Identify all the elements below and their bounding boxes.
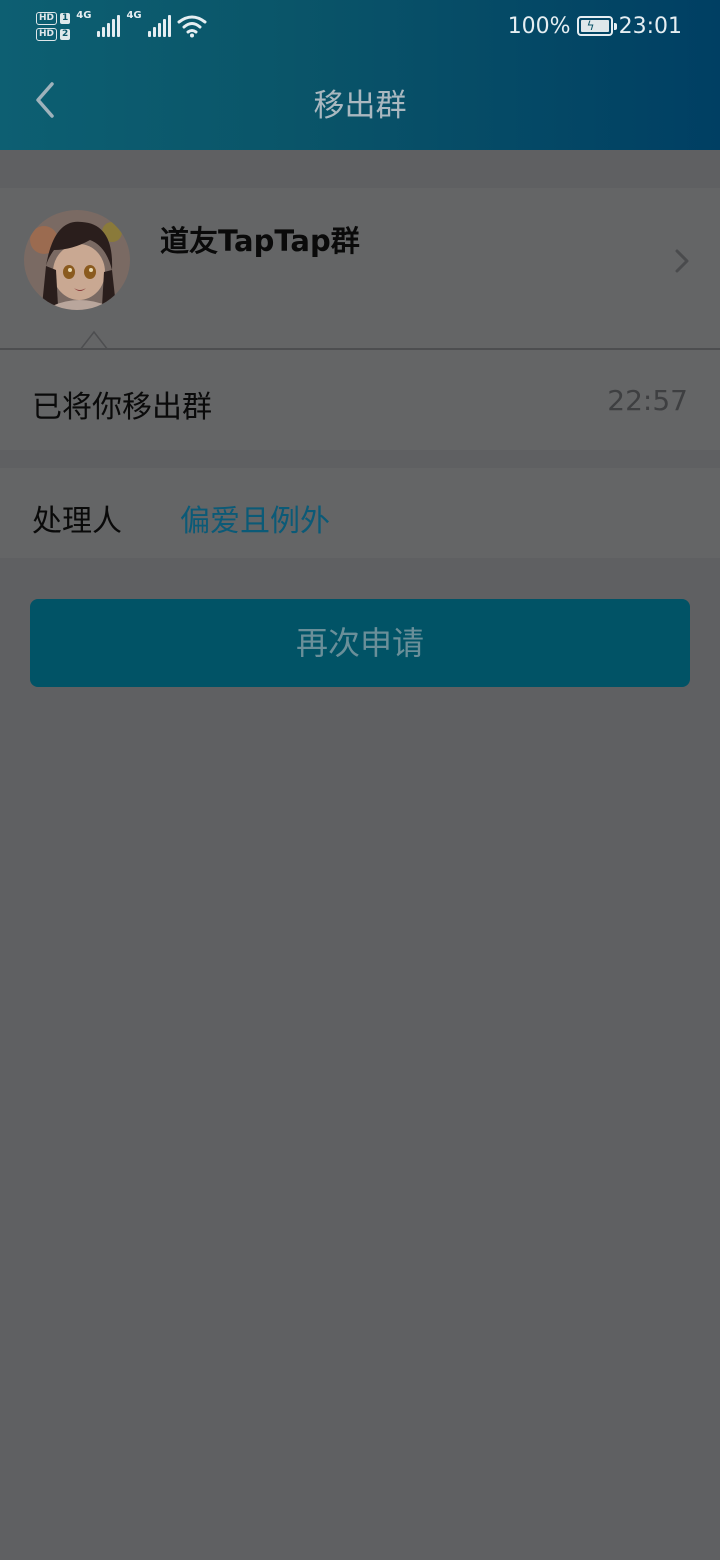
sim-2-badge: 2 — [60, 28, 71, 40]
status-bar: HD 1 HD 2 4G 4G 100% ϟ 23:01 — [0, 0, 720, 52]
notice-time: 22:57 — [607, 384, 688, 417]
hd-badge-1: HD — [36, 11, 58, 25]
nav-bar: 移出群 — [0, 52, 720, 150]
sim-1-badge: 1 — [60, 12, 71, 24]
handler-name-link[interactable]: 偏爱且例外 — [180, 496, 330, 540]
signal-1-icon — [97, 15, 121, 37]
network-type-1: 4G — [76, 10, 92, 21]
status-right: 100% ϟ 23:01 — [508, 10, 682, 42]
wifi-icon — [177, 15, 207, 38]
sim-indicators: HD 1 HD 2 — [36, 11, 71, 41]
card-pointer — [80, 330, 108, 350]
battery-charging-icon: ϟ — [576, 16, 617, 36]
page-title: 移出群 — [313, 88, 407, 124]
clock: 23:01 — [618, 13, 682, 39]
signal-2-icon — [147, 15, 171, 37]
battery-percent: 100% — [507, 13, 571, 39]
notice-row: 已将你移出群 22:57 — [0, 350, 720, 450]
group-name: 道友TapTap群 — [160, 224, 360, 258]
app-header: HD 1 HD 2 4G 4G 100% ϟ 23:01 移出群 — [0, 0, 720, 150]
handler-row: 处理人 偏爱且例外 — [0, 468, 720, 558]
group-avatar[interactable] — [24, 210, 130, 310]
reapply-button[interactable]: 再次申请 — [30, 599, 690, 687]
network-type-2: 4G — [126, 10, 142, 21]
handler-label: 处理人 — [32, 504, 122, 539]
chevron-right-icon[interactable] — [672, 246, 692, 276]
status-left: HD 1 HD 2 4G 4G — [36, 8, 207, 44]
hd-badge-2: HD — [36, 27, 58, 41]
notice-text: 已将你移出群 — [32, 390, 212, 425]
group-card[interactable]: 道友TapTap群 — [0, 188, 720, 348]
anime-girl-avatar-icon — [24, 210, 130, 310]
